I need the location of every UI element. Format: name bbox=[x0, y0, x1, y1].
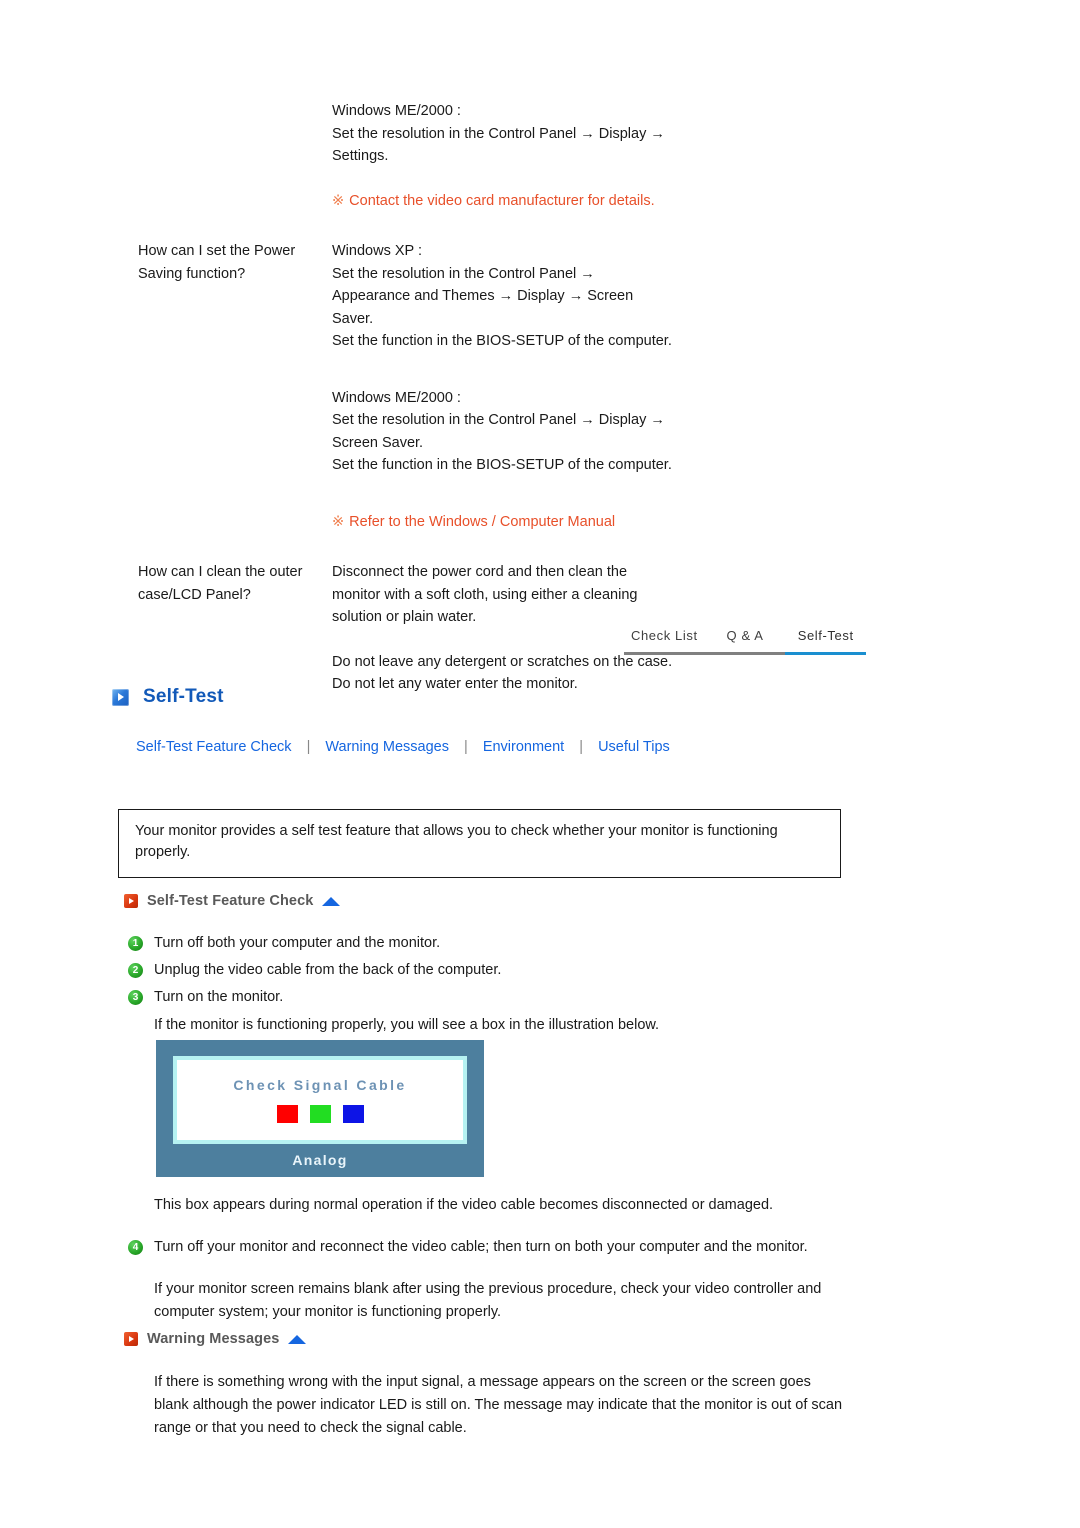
list-item: 4 Turn off your monitor and reconnect th… bbox=[128, 1236, 868, 1259]
illustration-caption: This box appears during normal operation… bbox=[154, 1197, 774, 1213]
step-text: Unplug the video cable from the back of … bbox=[154, 962, 502, 978]
check-signal-cable-text: Check Signal Cable bbox=[233, 1077, 407, 1093]
step-text: Turn off both your computer and the moni… bbox=[154, 935, 441, 951]
link-environment[interactable]: Environment bbox=[483, 739, 564, 755]
steps-followup-text: If the monitor is functioning properly, … bbox=[154, 1017, 660, 1033]
faq-answer-line: Do not let any water enter the monitor. bbox=[332, 676, 578, 692]
red-arrow-icon bbox=[124, 1332, 138, 1346]
faq-answer-line: Appearance and Themes → Display → Screen bbox=[332, 288, 634, 304]
green-swatch bbox=[309, 1105, 331, 1123]
red-arrow-icon bbox=[124, 894, 138, 908]
faq-row: How can I clean the outer case/LCD Panel… bbox=[0, 561, 1080, 696]
nav-separator: | bbox=[306, 739, 311, 755]
nav-separator: | bbox=[579, 739, 584, 755]
tab-bar: Check List Q & A Self-Test bbox=[624, 628, 867, 655]
subheading-label: Self-Test Feature Check bbox=[147, 893, 314, 909]
self-test-step-4: 4 Turn off your monitor and reconnect th… bbox=[128, 1236, 868, 1263]
faq-answer-line: Set the function in the BIOS-SETUP of th… bbox=[332, 457, 672, 473]
faq-note: ※ Refer to the Windows / Computer Manual bbox=[332, 511, 752, 534]
tab-check-list[interactable]: Check List bbox=[624, 628, 705, 655]
faq-note-text: Refer to the Windows / Computer Manual bbox=[349, 513, 616, 530]
faq-table: Windows ME/2000 : Set the resolution in … bbox=[0, 100, 1080, 696]
link-warning-messages[interactable]: Warning Messages bbox=[325, 739, 449, 755]
step-text: Turn on the monitor. bbox=[154, 989, 284, 1005]
faq-answer-line: Disconnect the power cord and then clean… bbox=[332, 564, 628, 580]
section-heading: Self-Test bbox=[112, 686, 224, 708]
subheading-self-test-feature-check: Self-Test Feature Check bbox=[124, 893, 341, 909]
faq-answer-line: Screen Saver. bbox=[332, 434, 424, 451]
faq-answer-line: Windows XP : bbox=[332, 243, 422, 259]
faq-answer-line: Set the resolution in the Control Panel … bbox=[332, 412, 665, 428]
monitor-screen: Check Signal Cable bbox=[173, 1056, 467, 1144]
subheading-warning-messages: Warning Messages bbox=[124, 1331, 307, 1347]
color-swatches bbox=[276, 1105, 364, 1123]
monitor-input-label: Analog bbox=[292, 1152, 348, 1168]
faq-question: How can I set the Power Saving function? bbox=[138, 243, 296, 282]
faq-answer-line: Set the function in the BIOS-SETUP of th… bbox=[332, 333, 672, 349]
faq-answer: Windows ME/2000 : Set the resolution in … bbox=[332, 100, 752, 212]
link-useful-tips[interactable]: Useful Tips bbox=[598, 739, 670, 755]
faq-answer-line: Windows ME/2000 : bbox=[332, 103, 461, 119]
self-test-closing-text: If your monitor screen remains blank aft… bbox=[154, 1281, 822, 1320]
step-number-badge: 1 bbox=[128, 936, 143, 951]
sub-nav: Self-Test Feature Check | Warning Messag… bbox=[136, 739, 670, 755]
faq-question: How can I clean the outer case/LCD Panel… bbox=[138, 564, 303, 603]
page-title: Self-Test bbox=[143, 686, 224, 707]
subheading-label: Warning Messages bbox=[147, 1331, 280, 1347]
link-self-test-feature-check[interactable]: Self-Test Feature Check bbox=[136, 739, 292, 755]
faq-answer-line: Windows ME/2000 : bbox=[332, 389, 461, 406]
tab-self-test[interactable]: Self-Test bbox=[785, 628, 867, 655]
faq-answer-line: Settings. bbox=[332, 148, 389, 164]
step-number-badge: 4 bbox=[128, 1240, 143, 1255]
nav-separator: | bbox=[464, 739, 468, 755]
list-item: 2 Unplug the video cable from the back o… bbox=[128, 959, 868, 982]
red-swatch bbox=[276, 1105, 298, 1123]
step-number-badge: 3 bbox=[128, 990, 143, 1005]
faq-note: ※ Contact the video card manufacturer for… bbox=[332, 190, 752, 213]
faq-answer-line: monitor with a soft cloth, using either … bbox=[332, 586, 638, 603]
blue-swatch bbox=[342, 1105, 364, 1123]
back-to-top-icon[interactable] bbox=[288, 1334, 307, 1344]
step-number-badge: 2 bbox=[128, 963, 143, 978]
faq-answer-line: solution or plain water. bbox=[332, 609, 477, 625]
warning-messages-body: If there is something wrong with the inp… bbox=[154, 1374, 843, 1436]
faq-answer-line: Saver. bbox=[332, 310, 374, 327]
tab-q-and-a[interactable]: Q & A bbox=[704, 628, 786, 655]
monitor-illustration: Check Signal Cable Analog bbox=[156, 1040, 484, 1177]
reference-mark-icon: ※ bbox=[332, 513, 345, 530]
list-item: 1 Turn off both your computer and the mo… bbox=[128, 932, 868, 955]
back-to-top-icon[interactable] bbox=[322, 896, 341, 906]
reference-mark-icon: ※ bbox=[332, 192, 345, 209]
list-item: 3 Turn on the monitor. bbox=[128, 986, 868, 1009]
faq-row: Windows ME/2000 : Set the resolution in … bbox=[0, 100, 1080, 212]
step-text: Turn off your monitor and reconnect the … bbox=[154, 1239, 808, 1255]
faq-answer-line: Set the resolution in the Control Panel … bbox=[332, 265, 595, 282]
self-test-steps: 1 Turn off both your computer and the mo… bbox=[128, 932, 868, 1037]
faq-answer: Windows XP : Set the resolution in the C… bbox=[332, 240, 752, 533]
faq-answer-line: Set the resolution in the Control Panel … bbox=[332, 125, 665, 142]
faq-note-text: Contact the video card manufacturer for … bbox=[349, 192, 655, 209]
faq-row: How can I set the Power Saving function?… bbox=[0, 240, 1080, 533]
blue-arrow-icon bbox=[112, 688, 129, 706]
intro-box: Your monitor provides a self test featur… bbox=[118, 809, 841, 878]
